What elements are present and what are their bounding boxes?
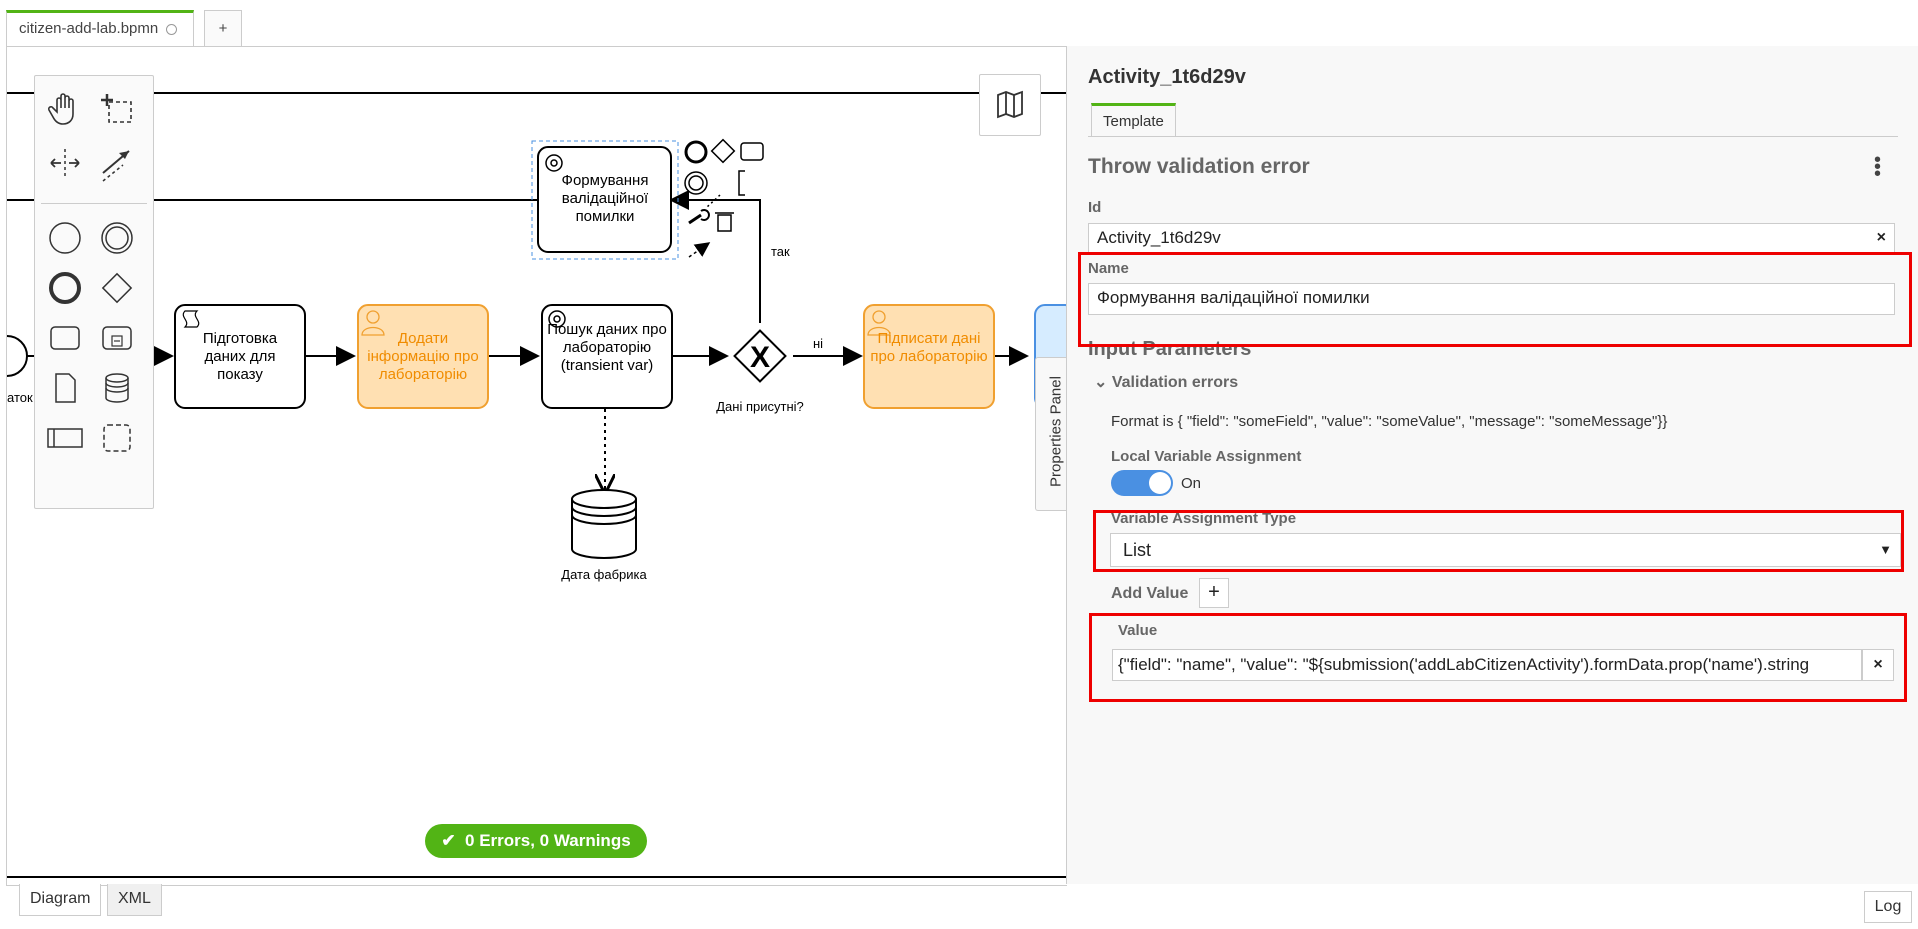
tab-label: citizen-add-lab.bpmn	[19, 20, 159, 37]
clear-value-button[interactable]: ×	[1862, 649, 1894, 681]
append-text-annotation-icon[interactable]	[738, 170, 745, 196]
input-parameters-title: Input Parameters	[1088, 338, 1252, 360]
palette-separator	[41, 203, 147, 204]
create-task-icon[interactable]	[43, 316, 87, 360]
log-button[interactable]: Log	[1864, 891, 1912, 923]
add-tab-button[interactable]: +	[204, 10, 242, 46]
start-event-label: аток	[7, 390, 33, 405]
task-add-info-label: Додати інформацію про лабораторію	[367, 330, 479, 383]
append-end-event-icon[interactable]	[684, 140, 708, 164]
delete-trash-icon[interactable]	[715, 212, 734, 232]
task-search-fo: Пошук даних про лабораторію (transient v…	[547, 321, 667, 374]
lint-status-text: 0 Errors, 0 Warnings	[465, 831, 631, 850]
lint-status-badge[interactable]: ✔ 0 Errors, 0 Warnings	[425, 824, 647, 858]
task-prepare-label: Підготовка даних для показу	[202, 330, 278, 383]
create-end-event-icon[interactable]	[43, 266, 87, 310]
tab-diagram[interactable]: Diagram	[19, 884, 102, 916]
value-field[interactable]: {"field": "name", "value": "${submission…	[1112, 649, 1862, 681]
tab-citizen-add-lab[interactable]: citizen-add-lab.bpmn	[6, 10, 194, 46]
properties-panel-toggle[interactable]: Properties Panel	[1035, 357, 1067, 511]
group-title: Throw validation error	[1088, 155, 1310, 178]
space-tool-icon[interactable]	[43, 141, 87, 185]
create-data-object-icon[interactable]	[43, 366, 87, 410]
map-icon	[997, 90, 1023, 119]
create-pool-icon[interactable]	[43, 416, 87, 460]
validation-errors-label: Validation errors	[1111, 374, 1239, 391]
gateway-label: Дані присутні?	[716, 399, 804, 414]
value-text: {"field": "name", "value": "${submission…	[1118, 655, 1810, 674]
properties-panel: Activity_1t6d29v Template Throw validati…	[1066, 46, 1918, 884]
local-var-state: On	[1181, 475, 1202, 492]
value-label: Value	[1118, 622, 1158, 639]
create-intermediate-event-icon[interactable]	[95, 216, 139, 260]
gateway-x-icon: X	[750, 341, 770, 374]
var-type-label: Variable Assignment Type	[1111, 510, 1297, 527]
var-type-select[interactable]: List ▼	[1110, 533, 1901, 567]
task-prepare-fo: Підготовка даних для показу	[202, 330, 278, 383]
tab-xml[interactable]: XML	[107, 884, 162, 916]
local-var-label: Local Variable Assignment	[1111, 448, 1302, 465]
change-type-wrench-icon[interactable]	[688, 213, 702, 225]
clear-id-icon[interactable]: ×	[1877, 224, 1886, 252]
create-data-store-icon[interactable]	[95, 366, 139, 410]
data-store[interactable]	[571, 489, 637, 559]
tool-palette	[34, 75, 154, 509]
diagram-canvas[interactable]: Формування валідаційної помилки Підготов…	[6, 46, 1067, 886]
file-tab-bar: citizen-add-lab.bpmn +	[0, 0, 1918, 46]
tab-template[interactable]: Template	[1091, 103, 1176, 137]
task-search-label: Пошук даних про лабораторію (transient v…	[547, 321, 667, 374]
var-type-value: List	[1123, 540, 1152, 560]
caret-down-icon: ▼	[1879, 542, 1892, 557]
tab-divider	[1088, 136, 1898, 137]
minimap-toggle-button[interactable]	[979, 74, 1041, 136]
hand-tool-icon[interactable]	[43, 86, 87, 130]
id-field[interactable]: Activity_1t6d29v ×	[1088, 223, 1895, 253]
create-subprocess-icon[interactable]	[95, 316, 139, 360]
append-gateway-icon[interactable]	[710, 138, 736, 164]
start-event[interactable]	[7, 335, 28, 377]
properties-panel-toggle-label: Properties Panel	[1047, 376, 1065, 487]
toggle-knob	[1149, 472, 1171, 494]
name-value: Формування валідаційної помилки	[1097, 288, 1370, 307]
task-sign-label: Підписати дані про лабораторію	[870, 330, 988, 365]
task-validation-label: Формування валідаційної помилки	[561, 172, 649, 225]
validation-errors-collapsible[interactable]: ⌄ Validation errors	[1094, 372, 1238, 392]
append-task-icon[interactable]	[740, 142, 764, 161]
lasso-tool-icon[interactable]	[95, 86, 139, 130]
data-store-label: Дата фабрика	[561, 567, 647, 582]
sequence-flow-yes[interactable]	[669, 190, 761, 323]
group-menu-icon[interactable]: • • •	[1874, 150, 1881, 184]
local-var-toggle[interactable]	[1111, 470, 1173, 496]
name-label: Name	[1088, 260, 1129, 277]
global-connect-icon[interactable]	[95, 141, 139, 185]
context-pad	[684, 138, 764, 258]
task-add-info-fo: Додати інформацію про лабораторію	[367, 330, 479, 383]
format-note: Format is { "field": "someField", "value…	[1111, 413, 1668, 430]
create-gateway-icon[interactable]	[95, 266, 139, 310]
bpmn-diagram: Формування валідаційної помилки Підготов…	[7, 92, 1067, 878]
flow-label-yes: так	[771, 244, 790, 259]
chevron-down-icon: ⌄	[1094, 374, 1108, 391]
unsaved-dot-icon	[166, 23, 178, 35]
check-icon: ✔	[441, 831, 456, 850]
connect-icon[interactable]	[688, 242, 711, 258]
name-textarea[interactable]: Формування валідаційної помилки	[1088, 283, 1895, 315]
add-value-button[interactable]: +	[1199, 578, 1229, 608]
create-start-event-icon[interactable]	[43, 216, 87, 260]
task-validation-fo: Формування валідаційної помилки	[561, 172, 649, 225]
element-id-title: Activity_1t6d29v	[1088, 66, 1246, 88]
add-value-label: Add Value	[1111, 585, 1189, 602]
id-value: Activity_1t6d29v	[1097, 228, 1221, 247]
task-sign-fo: Підписати дані про лабораторію	[870, 330, 988, 365]
create-group-icon[interactable]	[95, 416, 139, 460]
flow-label-no: ні	[813, 336, 823, 351]
id-label: Id	[1088, 199, 1102, 216]
